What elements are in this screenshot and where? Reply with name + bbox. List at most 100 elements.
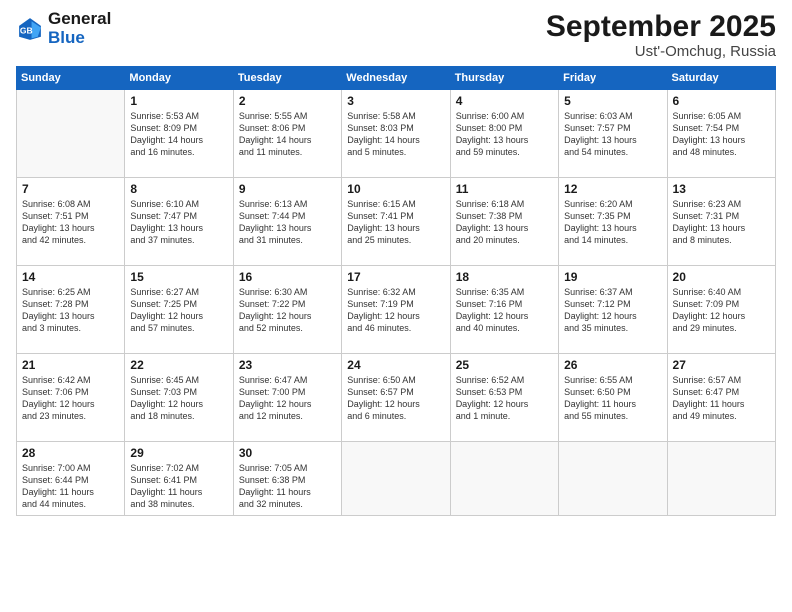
day-of-week-header: Wednesday (342, 67, 450, 90)
day-info: Sunrise: 6:23 AMSunset: 7:31 PMDaylight:… (673, 198, 770, 247)
location: Ust'-Omchug, Russia (546, 43, 776, 60)
day-of-week-header: Tuesday (233, 67, 341, 90)
calendar-day-cell (559, 442, 667, 516)
day-info: Sunrise: 6:15 AMSunset: 7:41 PMDaylight:… (347, 198, 444, 247)
calendar-day-cell: 6Sunrise: 6:05 AMSunset: 7:54 PMDaylight… (667, 90, 775, 178)
day-number: 15 (130, 270, 227, 284)
calendar-day-cell: 25 Sunrise: 6:52 AMSunset: 6:53 PMDayligh… (450, 354, 558, 442)
day-info: Sunrise: 5:55 AMSunset: 8:06 PMDaylight:… (239, 110, 336, 159)
calendar-day-cell: 16Sunrise: 6:30 AMSunset: 7:22 PMDayligh… (233, 266, 341, 354)
day-info: Sunrise: 7:00 AMSunset: 6:44 PMDaylight:… (22, 462, 119, 511)
calendar-week-row: 28 Sunrise: 7:00 AMSunset: 6:44 PMDayligh… (17, 442, 776, 516)
day-number: 26 (564, 358, 661, 372)
calendar-day-cell: 28 Sunrise: 7:00 AMSunset: 6:44 PMDayligh… (17, 442, 125, 516)
day-number: 7 (22, 182, 119, 196)
month-title: September 2025 (546, 10, 776, 43)
day-info: Sunrise: 6:27 AMSunset: 7:25 PMDaylight:… (130, 286, 227, 335)
day-number: 3 (347, 94, 444, 108)
day-number: 30 (239, 446, 336, 460)
day-info: Sunrise: 6:03 AMSunset: 7:57 PMDaylight:… (564, 110, 661, 159)
calendar-day-cell (667, 442, 775, 516)
day-info: Sunrise: 6:52 AMSunset: 6:53 PMDaylight:… (456, 374, 553, 423)
day-number: 21 (22, 358, 119, 372)
title-block: September 2025 Ust'-Omchug, Russia (546, 10, 776, 60)
day-number: 23 (239, 358, 336, 372)
day-number: 28 (22, 446, 119, 460)
day-info: Sunrise: 6:47 AMSunset: 7:00 PMDaylight:… (239, 374, 336, 423)
day-info: Sunrise: 6:18 AMSunset: 7:38 PMDaylight:… (456, 198, 553, 247)
day-info: Sunrise: 6:57 AMSunset: 6:47 PMDaylight:… (673, 374, 770, 423)
calendar-day-cell: 8Sunrise: 6:10 AMSunset: 7:47 PMDaylight… (125, 178, 233, 266)
day-number: 9 (239, 182, 336, 196)
day-info: Sunrise: 5:53 AMSunset: 8:09 PMDaylight:… (130, 110, 227, 159)
day-number: 20 (673, 270, 770, 284)
calendar-day-cell: 14 Sunrise: 6:25 AMSunset: 7:28 PMDayligh… (17, 266, 125, 354)
day-info: Sunrise: 6:37 AMSunset: 7:12 PMDaylight:… (564, 286, 661, 335)
day-number: 12 (564, 182, 661, 196)
day-info: Sunrise: 6:50 AMSunset: 6:57 PMDaylight:… (347, 374, 444, 423)
calendar-day-cell: 30 Sunrise: 7:05 AMSunset: 6:38 PMDayligh… (233, 442, 341, 516)
day-info: Sunrise: 6:25 AMSunset: 7:28 PMDaylight:… (22, 286, 119, 335)
day-number: 8 (130, 182, 227, 196)
svg-text:GB: GB (20, 25, 33, 35)
calendar-header-row: SundayMondayTuesdayWednesdayThursdayFrid… (17, 67, 776, 90)
day-info: Sunrise: 6:13 AMSunset: 7:44 PMDaylight:… (239, 198, 336, 247)
day-number: 14 (22, 270, 119, 284)
calendar-day-cell: 11Sunrise: 6:18 AMSunset: 7:38 PMDayligh… (450, 178, 558, 266)
calendar-week-row: 7Sunrise: 6:08 AMSunset: 7:51 PMDaylight… (17, 178, 776, 266)
calendar-day-cell: 5Sunrise: 6:03 AMSunset: 7:57 PMDaylight… (559, 90, 667, 178)
calendar-day-cell: 21Sunrise: 6:42 AMSunset: 7:06 PMDayligh… (17, 354, 125, 442)
day-info: Sunrise: 7:05 AMSunset: 6:38 PMDaylight:… (239, 462, 336, 511)
day-info: Sunrise: 6:30 AMSunset: 7:22 PMDaylight:… (239, 286, 336, 335)
calendar-day-cell: 9 Sunrise: 6:13 AMSunset: 7:44 PMDaylight… (233, 178, 341, 266)
calendar-day-cell: 10 Sunrise: 6:15 AMSunset: 7:41 PMDayligh… (342, 178, 450, 266)
day-info: Sunrise: 6:40 AMSunset: 7:09 PMDaylight:… (673, 286, 770, 335)
day-number: 19 (564, 270, 661, 284)
calendar-day-cell: 23 Sunrise: 6:47 AMSunset: 7:00 PMDayligh… (233, 354, 341, 442)
day-info: Sunrise: 7:02 AMSunset: 6:41 PMDaylight:… (130, 462, 227, 511)
day-info: Sunrise: 5:58 AMSunset: 8:03 PMDaylight:… (347, 110, 444, 159)
calendar-day-cell: 20 Sunrise: 6:40 AMSunset: 7:09 PMDayligh… (667, 266, 775, 354)
day-info: Sunrise: 6:55 AMSunset: 6:50 PMDaylight:… (564, 374, 661, 423)
calendar-day-cell: 22Sunrise: 6:45 AMSunset: 7:03 PMDayligh… (125, 354, 233, 442)
day-info: Sunrise: 6:05 AMSunset: 7:54 PMDaylight:… (673, 110, 770, 159)
day-number: 13 (673, 182, 770, 196)
day-number: 10 (347, 182, 444, 196)
calendar-day-cell: 13 Sunrise: 6:23 AMSunset: 7:31 PMDayligh… (667, 178, 775, 266)
calendar-week-row: 21Sunrise: 6:42 AMSunset: 7:06 PMDayligh… (17, 354, 776, 442)
day-number: 2 (239, 94, 336, 108)
day-number: 29 (130, 446, 227, 460)
calendar-day-cell: 29 Sunrise: 7:02 AMSunset: 6:41 PMDayligh… (125, 442, 233, 516)
calendar-day-cell: 18 Sunrise: 6:35 AMSunset: 7:16 PMDayligh… (450, 266, 558, 354)
logo-text: General Blue (48, 10, 111, 47)
calendar-day-cell: 19 Sunrise: 6:37 AMSunset: 7:12 PMDayligh… (559, 266, 667, 354)
day-number: 24 (347, 358, 444, 372)
day-info: Sunrise: 6:45 AMSunset: 7:03 PMDaylight:… (130, 374, 227, 423)
calendar-day-cell: 4 Sunrise: 6:00 AMSunset: 8:00 PMDaylight… (450, 90, 558, 178)
day-number: 17 (347, 270, 444, 284)
calendar-day-cell: 15 Sunrise: 6:27 AMSunset: 7:25 PMDayligh… (125, 266, 233, 354)
day-number: 18 (456, 270, 553, 284)
calendar-day-cell: 3 Sunrise: 5:58 AMSunset: 8:03 PMDaylight… (342, 90, 450, 178)
calendar-day-cell: 27Sunrise: 6:57 AMSunset: 6:47 PMDayligh… (667, 354, 775, 442)
calendar-week-row: 1 Sunrise: 5:53 AMSunset: 8:09 PMDaylight… (17, 90, 776, 178)
calendar-day-cell: 7Sunrise: 6:08 AMSunset: 7:51 PMDaylight… (17, 178, 125, 266)
header: GB General Blue September 2025 Ust'-Omch… (16, 10, 776, 60)
calendar-day-cell: 17 Sunrise: 6:32 AMSunset: 7:19 PMDayligh… (342, 266, 450, 354)
day-info: Sunrise: 6:35 AMSunset: 7:16 PMDaylight:… (456, 286, 553, 335)
day-of-week-header: Thursday (450, 67, 558, 90)
day-of-week-header: Monday (125, 67, 233, 90)
day-number: 25 (456, 358, 553, 372)
calendar-day-cell: 2 Sunrise: 5:55 AMSunset: 8:06 PMDaylight… (233, 90, 341, 178)
calendar-day-cell: 1 Sunrise: 5:53 AMSunset: 8:09 PMDaylight… (125, 90, 233, 178)
calendar-week-row: 14 Sunrise: 6:25 AMSunset: 7:28 PMDayligh… (17, 266, 776, 354)
day-info: Sunrise: 6:32 AMSunset: 7:19 PMDaylight:… (347, 286, 444, 335)
logo: GB General Blue (16, 10, 111, 47)
page: GB General Blue September 2025 Ust'-Omch… (0, 0, 792, 612)
day-info: Sunrise: 6:00 AMSunset: 8:00 PMDaylight:… (456, 110, 553, 159)
logo-icon: GB (16, 15, 44, 43)
day-number: 1 (130, 94, 227, 108)
calendar-table: SundayMondayTuesdayWednesdayThursdayFrid… (16, 66, 776, 516)
calendar-day-cell: 12Sunrise: 6:20 AMSunset: 7:35 PMDayligh… (559, 178, 667, 266)
day-number: 4 (456, 94, 553, 108)
